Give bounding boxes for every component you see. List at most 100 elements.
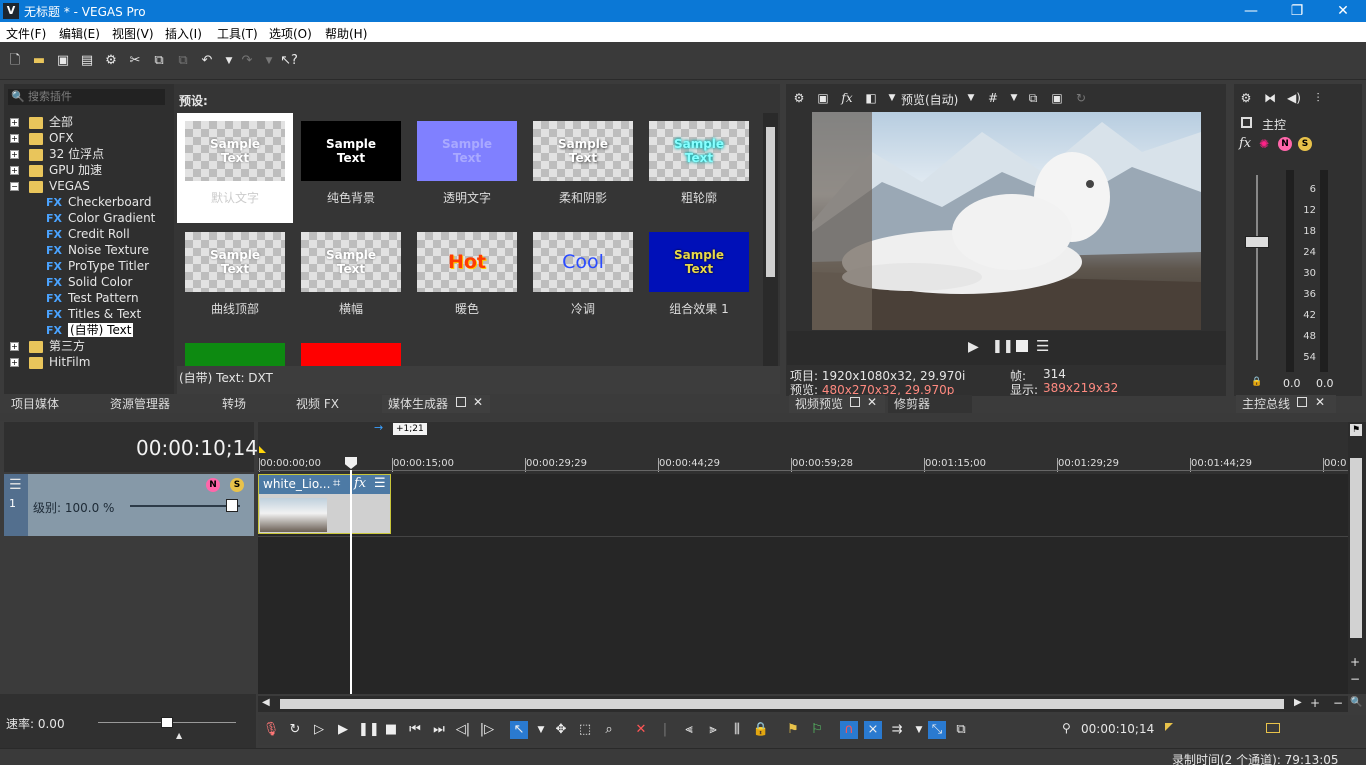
dropdown-icon[interactable]: ▼: [884, 90, 900, 106]
undock-icon[interactable]: [850, 397, 860, 407]
paste-icon[interactable]: ⧉: [174, 52, 192, 70]
downmix-icon[interactable]: ⧓: [1262, 90, 1278, 106]
plugin-tree-item[interactable]: FX (自带) Text: [10, 322, 134, 338]
preset-thumbnail[interactable]: Sample Text: [301, 232, 401, 292]
splitter[interactable]: [0, 413, 1366, 421]
master-fx-icon[interactable]: fx: [1239, 136, 1251, 151]
plugin-tree-item[interactable]: + 全部: [10, 114, 73, 130]
menu-file[interactable]: 文件(F): [6, 25, 46, 42]
plugin-tree-item[interactable]: FX Solid Color: [10, 274, 132, 290]
edit-tool-dropdown-icon[interactable]: ▼: [532, 721, 550, 739]
mute-icon[interactable]: N: [1278, 137, 1292, 151]
zoom-tool-icon-2[interactable]: ⌕: [600, 721, 618, 739]
preset-thumbnail[interactable]: Sample Text: [649, 232, 749, 292]
preset-thumbnail-partial[interactable]: [301, 343, 401, 367]
play-from-start-icon[interactable]: ▷: [310, 721, 328, 739]
loop-marker-icon[interactable]: [259, 446, 266, 453]
plugin-tree-item[interactable]: + GPU 加速: [10, 162, 102, 178]
fx-icon[interactable]: fx: [839, 90, 855, 106]
cut-icon[interactable]: ✂: [126, 52, 144, 70]
maximize-button[interactable]: ❐: [1274, 0, 1320, 22]
selection-length-icon[interactable]: [1266, 723, 1280, 733]
master-settings-gear-icon[interactable]: ⚙: [1238, 90, 1254, 106]
clip-crop-icon[interactable]: ⌗: [333, 476, 340, 491]
go-to-end-icon[interactable]: ⏭: [430, 721, 448, 739]
plugin-tree-item[interactable]: FX Color Gradient: [10, 210, 155, 226]
sync-icon[interactable]: ↻: [1073, 90, 1089, 106]
trim-end-icon[interactable]: ⫸: [704, 721, 722, 739]
tab-project-media[interactable]: 项目媒体: [4, 395, 99, 413]
automation-icon[interactable]: ✺: [1259, 137, 1269, 151]
plugin-tree-item[interactable]: + OFX: [10, 130, 74, 146]
trim-start-icon[interactable]: ⫷: [680, 721, 698, 739]
track-menu-icon[interactable]: ☰: [9, 477, 22, 493]
zoom-tool-icon[interactable]: 🔍: [1350, 697, 1362, 708]
envelope-tool-icon[interactable]: ✥: [552, 721, 570, 739]
scroll-left-icon[interactable]: ◀: [262, 697, 270, 708]
plugin-tree-item[interactable]: FX Test Pattern: [10, 290, 139, 306]
redo-dropdown-icon[interactable]: ▼: [260, 52, 278, 70]
ignore-grouping-icon[interactable]: ⧉: [952, 721, 970, 739]
clip-fx-icon[interactable]: fx: [354, 476, 366, 491]
plugin-tree-item[interactable]: + 第三方: [10, 338, 85, 354]
preview-settings-gear-icon[interactable]: ⚙: [791, 90, 807, 106]
plugin-tree-item[interactable]: FX Noise Texture: [10, 242, 149, 258]
menu-tools[interactable]: 工具(T): [217, 25, 258, 42]
snapping-icon[interactable]: ∩: [840, 721, 858, 739]
preset-thumbnail[interactable]: Sample Text: [301, 121, 401, 181]
horizontal-scroll-thumb[interactable]: [280, 699, 1284, 709]
delete-icon[interactable]: ✕: [632, 721, 650, 739]
plugin-search-input[interactable]: 搜索插件: [8, 89, 165, 105]
close-tab-icon[interactable]: ✕: [1315, 395, 1325, 409]
h-zoom-in-icon[interactable]: +: [1310, 696, 1320, 710]
rate-handle[interactable]: [161, 717, 173, 728]
tab-trimmer[interactable]: 修剪器: [888, 395, 972, 413]
tab-video-fx[interactable]: 视频 FX: [290, 395, 380, 413]
preset-thumbnail[interactable]: Sample Text: [533, 121, 633, 181]
expander-icon[interactable]: +: [10, 150, 19, 159]
master-fader-handle[interactable]: [1245, 236, 1269, 248]
clip-menu-icon[interactable]: ☰: [374, 476, 386, 491]
next-frame-icon[interactable]: |▷: [478, 721, 496, 739]
master-select-icon[interactable]: [1241, 117, 1252, 128]
plugin-tree-item[interactable]: +32 位浮点: [10, 146, 104, 162]
play-icon[interactable]: ▶: [334, 721, 352, 739]
presets-scrollbar[interactable]: [763, 113, 778, 366]
ripple-dropdown-icon[interactable]: ▼: [910, 721, 928, 739]
selection-start-icon[interactable]: [1165, 723, 1173, 731]
track-level-slider[interactable]: [130, 505, 240, 507]
preview-quality-select[interactable]: 预览(自动): [901, 91, 958, 108]
lock-icon[interactable]: 🔒: [1251, 377, 1262, 387]
plugin-tree-item[interactable]: + HitFilm: [10, 354, 90, 370]
pause-icon[interactable]: ❚❚: [358, 721, 380, 739]
preview-pause-icon[interactable]: ❚❚: [992, 339, 1014, 354]
insert-marker-icon[interactable]: ⚑: [784, 721, 802, 739]
plugin-tree-item[interactable]: − VEGAS: [10, 178, 90, 194]
preview-stop-icon[interactable]: [1016, 340, 1028, 352]
split-screen-icon[interactable]: ◧: [863, 90, 879, 106]
trim-icon[interactable]: |: [656, 721, 674, 739]
redo-icon[interactable]: ↷: [238, 52, 256, 70]
menu-view[interactable]: 视图(V): [112, 25, 154, 42]
overlays-grid-icon[interactable]: #: [985, 90, 1001, 106]
tab-transitions[interactable]: 转场: [216, 395, 286, 413]
playhead-line[interactable]: [350, 470, 352, 694]
overlay-dropdown-icon[interactable]: ▼: [1006, 90, 1022, 106]
preset-thumbnail[interactable]: Cool: [533, 232, 633, 292]
zoom-out-icon[interactable]: −: [1350, 672, 1360, 686]
preview-play-icon[interactable]: ▶: [968, 339, 979, 355]
undo-icon[interactable]: ↶: [198, 52, 216, 70]
auto-crossfade-icon[interactable]: ⨯: [864, 721, 882, 739]
prev-frame-icon[interactable]: ◁|: [454, 721, 472, 739]
selection-tool-icon[interactable]: ⬚: [576, 721, 594, 739]
plugin-tree-item[interactable]: FX Checkerboard: [10, 194, 151, 210]
loop-playback-icon[interactable]: ↻: [286, 721, 304, 739]
tab-explorer[interactable]: 资源管理器: [104, 395, 214, 413]
solo-icon[interactable]: S: [1298, 137, 1312, 151]
menu-edit[interactable]: 编辑(E): [59, 25, 100, 42]
preset-thumbnail[interactable]: Sample Text: [649, 121, 749, 181]
preset-thumbnail[interactable]: Sample Text: [417, 121, 517, 181]
close-tab-icon[interactable]: ✕: [867, 395, 877, 409]
scroll-right-icon[interactable]: ▶: [1294, 697, 1302, 708]
save-snapshot-icon[interactable]: ▣: [1049, 90, 1065, 106]
